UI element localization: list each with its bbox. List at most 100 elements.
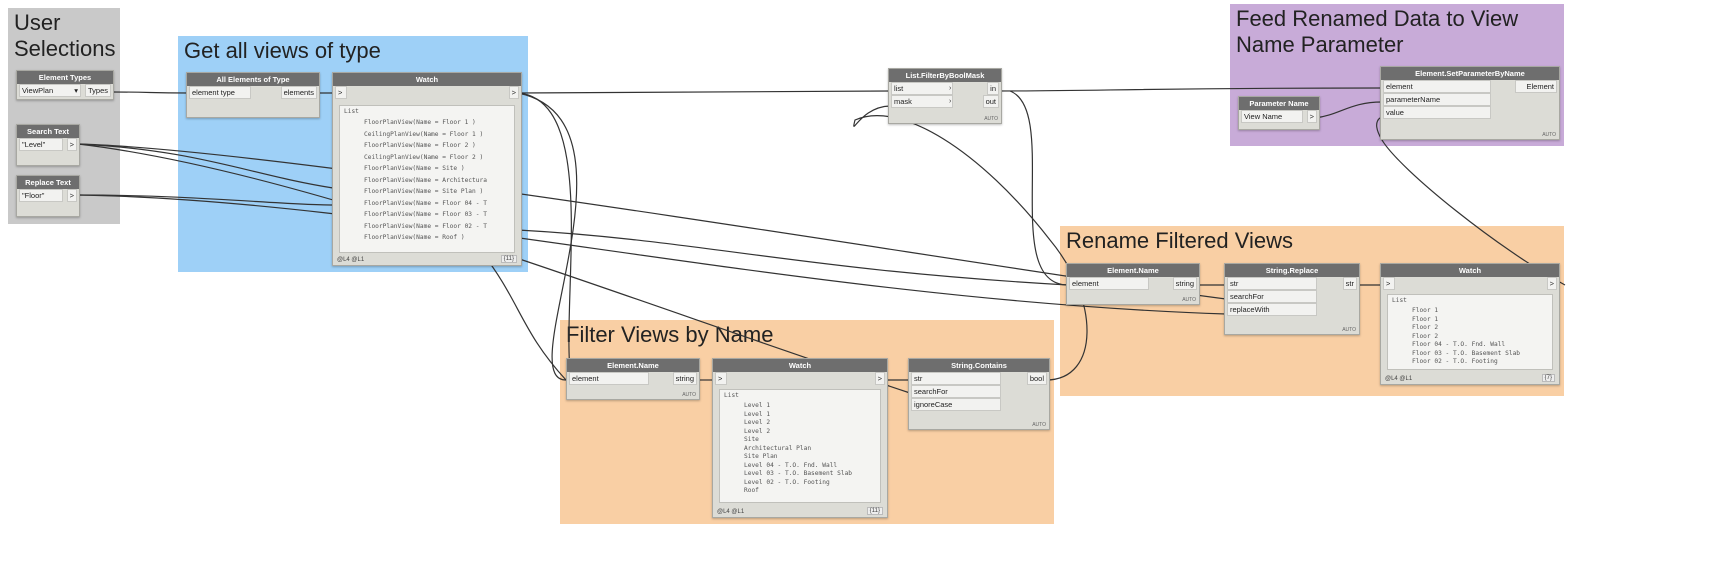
list-item-text: FloorPlanView(Name = Roof ): [364, 234, 465, 241]
list-item-text: Level 03 - T.O. Basement Slab: [744, 470, 853, 477]
node-title: Element Types: [17, 71, 113, 84]
set-parameter-by-name-node[interactable]: Element.SetParameterByName element Elemen…: [1380, 66, 1560, 140]
output-port[interactable]: >: [66, 138, 77, 151]
element-name-node-rename[interactable]: Element.Name element string AUTO: [1066, 263, 1200, 305]
list-item-text: Floor 2: [1412, 324, 1439, 331]
list-label: List: [344, 108, 359, 115]
input-port-str[interactable]: str: [1227, 277, 1317, 290]
lacing-label: AUTO: [1032, 422, 1046, 428]
list-item-text: Floor 02 - T.O. Footing: [1412, 358, 1498, 365]
watch-output-list[interactable]: List FloorPlanView(Name = Floor 1 ) Ceili…: [339, 105, 515, 253]
output-port[interactable]: elements: [280, 86, 317, 99]
input-port[interactable]: >: [335, 86, 347, 99]
list-item: FloorPlanView(Name = Floor 1 ): [350, 117, 514, 129]
search-text-field[interactable]: "Level": [19, 138, 63, 151]
wire: [77, 143, 1227, 300]
all-elements-of-type-node[interactable]: All Elements of Type element type elemen…: [186, 72, 320, 118]
input-port[interactable]: >: [1383, 277, 1395, 290]
list-item: Level 02 - T.O. Footing: [730, 479, 880, 488]
list-item-text: FloorPlanView(Name = Floor 02 - T: [364, 222, 487, 230]
parameter-name-node[interactable]: Parameter Name View Name >: [1238, 96, 1320, 130]
input-port[interactable]: element type: [189, 86, 251, 99]
output-port[interactable]: >: [66, 189, 77, 202]
replace-text-field[interactable]: "Floor": [19, 189, 63, 202]
list-item-text: FloorPlanView(Name = Floor 03 - T: [364, 211, 487, 218]
wire: [479, 249, 567, 381]
list-item: Floor 03 - T.O. Basement Slab: [1398, 350, 1552, 359]
input-port-mask[interactable]: mask: [891, 95, 953, 108]
watch-node-rename[interactable]: Watch > > List Floor 1 Floor 1 Floor 2 Floo…: [1380, 263, 1560, 385]
list-item-text: FloorPlanView(Name = Floor 2 ): [364, 142, 476, 149]
list-item-text: Roof: [744, 487, 759, 494]
output-port[interactable]: string: [1172, 277, 1197, 290]
list-item-text: Floor 1: [1412, 315, 1439, 323]
list-item-text: Level 04 - T.O. Fnd. Wall: [744, 461, 838, 469]
string-replace-node[interactable]: String.Replace str str searchFor replaceW…: [1224, 263, 1360, 335]
dropdown-value: ViewPlan: [22, 86, 54, 95]
input-port-value[interactable]: value: [1383, 106, 1491, 119]
watch-node-filter[interactable]: Watch > > List Level 1 Level 1 Level 2 Leve…: [712, 358, 888, 518]
wire: [77, 143, 334, 189]
list-item-text: Floor 03 - T.O. Basement Slab: [1412, 349, 1521, 357]
list-item-text: FloorPlanView(Name = Floor 04 - T: [364, 199, 487, 207]
watch-output-list[interactable]: List Floor 1 Floor 1 Floor 2 Floor 2 Floor 0…: [1387, 294, 1553, 370]
element-types-node[interactable]: Element Types ViewPlan ▾ Types: [16, 70, 114, 100]
input-port-replacewith[interactable]: replaceWith: [1227, 303, 1317, 316]
watch-node-main[interactable]: Watch > > List FloorPlanView(Name = Floo…: [332, 72, 522, 266]
list-item-text: Level 1: [744, 410, 771, 418]
search-text-node[interactable]: Search Text "Level" >: [16, 124, 80, 166]
output-port[interactable]: >: [508, 86, 519, 99]
input-port[interactable]: element: [1069, 277, 1149, 290]
input-port-element[interactable]: element: [1383, 80, 1491, 93]
list-item-text: CeilingPlanView(Name = Floor 1 ): [364, 130, 484, 138]
input-port-searchfor[interactable]: searchFor: [911, 385, 1001, 398]
list-item: Floor 1: [1398, 316, 1552, 325]
node-title: String.Replace: [1225, 264, 1359, 277]
element-types-dropdown[interactable]: ViewPlan ▾: [19, 84, 81, 97]
list-item-text: Level 1: [744, 402, 771, 409]
list-item-text: CeilingPlanView(Name = Floor 2 ): [364, 153, 484, 161]
node-title: Watch: [1381, 264, 1559, 277]
output-port[interactable]: Element: [1515, 80, 1557, 93]
filter-by-bool-mask-node[interactable]: List.FilterByBoolMask list › in mask › out A…: [888, 68, 1002, 124]
wire: [517, 90, 892, 94]
list-item: Site Plan: [730, 453, 880, 462]
list-item: FloorPlanView(Name = Roof ): [350, 232, 514, 244]
output-port[interactable]: bool: [1026, 372, 1047, 385]
input-port[interactable]: element: [569, 372, 649, 385]
input-port-list[interactable]: list: [891, 82, 953, 95]
replace-text-node[interactable]: Replace Text "Floor" >: [16, 175, 80, 217]
list-item: Level 1: [730, 402, 880, 411]
input-port-parametername[interactable]: parameterName: [1383, 93, 1491, 106]
output-port[interactable]: >: [874, 372, 885, 385]
output-port[interactable]: Types: [84, 84, 111, 97]
node-title: Watch: [333, 73, 521, 86]
list-item-text: Floor 1: [1412, 307, 1439, 314]
string-contains-node[interactable]: String.Contains str bool searchFor ignore…: [908, 358, 1050, 430]
input-port[interactable]: >: [715, 372, 727, 385]
item-count: {11}: [866, 507, 883, 515]
input-port-ignorecase[interactable]: ignoreCase: [911, 398, 1001, 411]
list-item: FloorPlanView(Name = Site ): [350, 163, 514, 175]
list-item-text: FloorPlanView(Name = Architectura: [364, 176, 487, 184]
list-item-text: Level 2: [744, 427, 771, 435]
list-item-text: Architectural Plan: [744, 444, 812, 452]
output-port[interactable]: >: [1546, 277, 1557, 290]
output-port-in[interactable]: in: [987, 82, 999, 95]
output-port[interactable]: >: [1306, 110, 1317, 123]
parameter-name-field[interactable]: View Name: [1241, 110, 1303, 123]
output-port[interactable]: str: [1342, 277, 1357, 290]
list-item: FloorPlanView(Name = Floor 02 - T: [350, 221, 514, 233]
input-port-str[interactable]: str: [911, 372, 1001, 385]
arrow-right-icon: ›: [949, 98, 952, 105]
list-item: CeilingPlanView(Name = Floor 1 ): [350, 129, 514, 141]
wire: [1314, 101, 1383, 119]
input-port-searchfor[interactable]: searchFor: [1227, 290, 1317, 303]
item-count: {11}: [500, 255, 517, 263]
element-name-node-filter[interactable]: Element.Name element string AUTO: [566, 358, 700, 400]
list-item: Level 04 - T.O. Fnd. Wall: [730, 462, 880, 471]
watch-footer: @L4 @L1: [337, 257, 365, 263]
output-port[interactable]: string: [672, 372, 697, 385]
watch-output-list[interactable]: List Level 1 Level 1 Level 2 Level 2 Site Arc…: [719, 389, 881, 503]
output-port-out[interactable]: out: [982, 95, 999, 108]
